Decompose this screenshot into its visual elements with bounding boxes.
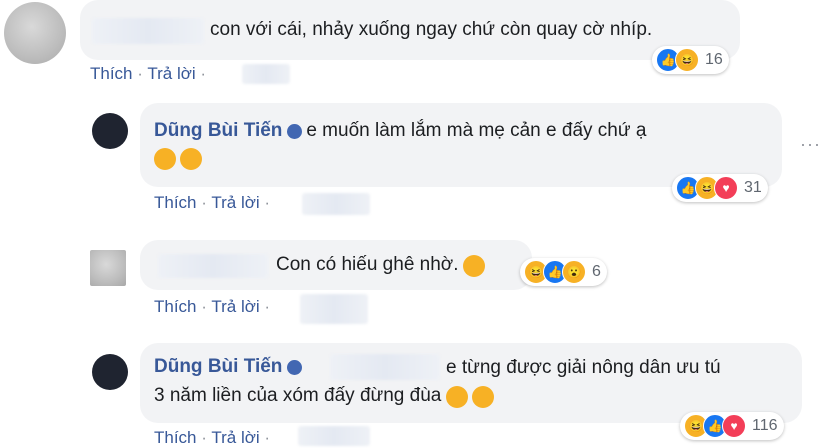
separator: ·: [264, 297, 271, 316]
like-link[interactable]: Thích: [154, 428, 197, 447]
separator: ·: [200, 64, 207, 83]
reply-link[interactable]: Trả lời: [211, 428, 259, 447]
blurred-username[interactable]: [158, 254, 268, 278]
comment-text-line-1: e từng được giải nông dân ưu tú: [446, 357, 721, 378]
reaction-count: 31: [744, 179, 762, 196]
reaction-summary[interactable]: 😆 👍 😮 6: [520, 258, 607, 286]
verified-badge-icon: [286, 360, 302, 376]
blurred-timestamp: [242, 64, 290, 84]
laughing-emoji: [180, 148, 203, 170]
more-options-icon[interactable]: ···: [800, 134, 821, 155]
blurred-timestamp: [300, 294, 368, 324]
separator: ·: [137, 64, 143, 83]
laughing-emoji: [154, 148, 176, 170]
avatar[interactable]: [4, 2, 66, 64]
reaction-summary[interactable]: 👍 😆 ♥ 31: [672, 174, 768, 202]
reaction-summary[interactable]: 👍 😆 16: [652, 46, 729, 74]
like-link[interactable]: Thích: [154, 193, 197, 212]
separator: ·: [201, 428, 207, 447]
reaction-count: 16: [705, 51, 723, 68]
reply-link[interactable]: Trả lời: [147, 64, 195, 83]
comment-header: Dũng Bùi Tiến e muốn làm lắm mà mẹ cản e…: [154, 120, 646, 142]
wink-emoji: [463, 254, 485, 277]
haha-icon: 😆: [675, 48, 699, 72]
comment-text-line-2: 3 năm liền của xóm đấy đừng đùa: [154, 385, 442, 406]
comment-text-line-2-row: 3 năm liền của xóm đấy đừng đùa: [154, 385, 495, 408]
smile-emoji: [472, 385, 495, 408]
like-link[interactable]: Thích: [154, 297, 197, 316]
reaction-count: 6: [592, 263, 601, 280]
wow-icon: 😮: [562, 260, 586, 284]
love-icon: ♥: [722, 414, 746, 438]
blurred-username[interactable]: [92, 18, 204, 44]
separator: ·: [264, 428, 271, 447]
comment-actions: Thích · Trả lời ·: [154, 297, 270, 317]
blurred-timestamp: [302, 193, 370, 215]
blurred-timestamp: [298, 426, 370, 446]
comment-text: con với cái, nhảy xuống ngay chứ còn qua…: [210, 19, 653, 40]
smile-emoji: [445, 385, 468, 408]
comment-header: Dũng Bùi Tiến: [154, 356, 302, 378]
love-icon: ♥: [714, 176, 738, 200]
avatar[interactable]: [90, 250, 126, 286]
reply-link[interactable]: Trả lời: [211, 193, 259, 212]
comment-body: Con có hiếu ghê nhờ.: [276, 254, 485, 277]
reaction-count: 116: [752, 417, 778, 434]
comment-text: Con có hiếu ghê nhờ.: [276, 254, 459, 275]
separator: ·: [201, 297, 207, 316]
comment-actions: Thích · Trả lời ·: [154, 193, 270, 213]
avatar[interactable]: [92, 113, 128, 149]
avatar[interactable]: [92, 354, 128, 390]
blurred-mention[interactable]: [330, 354, 440, 380]
emoji-row: [154, 148, 203, 170]
separator: ·: [264, 193, 271, 212]
author-name[interactable]: Dũng Bùi Tiến: [154, 120, 282, 141]
reaction-summary[interactable]: 😆 👍 ♥ 116: [680, 412, 784, 440]
like-link[interactable]: Thích: [90, 64, 133, 83]
comment-actions: Thích · Trả lời ·: [154, 428, 270, 448]
reply-link[interactable]: Trả lời: [211, 297, 259, 316]
comment-actions: Thích · Trả lời ·: [90, 64, 206, 84]
author-name[interactable]: Dũng Bùi Tiến: [154, 356, 282, 377]
verified-badge-icon: [286, 124, 302, 140]
separator: ·: [201, 193, 207, 212]
comment-bubble: [140, 343, 802, 423]
comment-text: e muốn làm lắm mà mẹ cản e đấy chứ ạ: [306, 120, 647, 141]
